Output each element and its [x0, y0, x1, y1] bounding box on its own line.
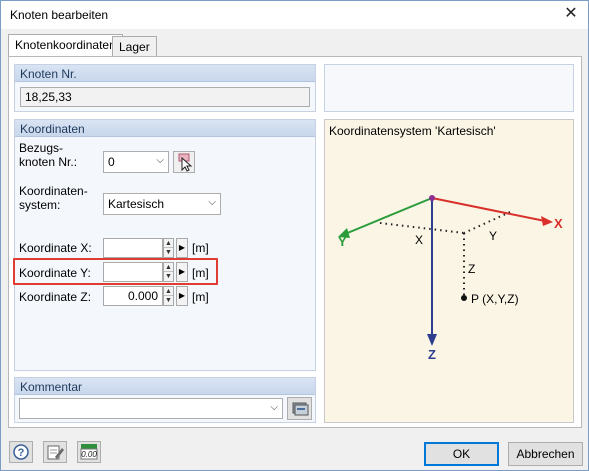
z-axis-arrow — [427, 334, 437, 346]
koordinate-x-label: Koordinate X: — [19, 241, 92, 255]
pick-node-button[interactable] — [173, 151, 195, 173]
koordinatensystem-value: Kartesisch — [108, 197, 165, 211]
koordinate-z-arrow-button[interactable]: ▶ — [176, 286, 188, 306]
system-label-1: Koordinaten- — [19, 184, 88, 198]
library-icon — [292, 402, 309, 416]
koordinate-z-input[interactable]: 0.000 — [103, 286, 163, 306]
titlebar: Knoten bearbeiten ✕ — [1, 1, 588, 29]
koordinate-z-label: Koordinate Z: — [19, 290, 92, 304]
origin-point — [429, 195, 435, 201]
svg-text:?: ? — [18, 447, 25, 459]
projection-line-x — [379, 222, 465, 234]
axis-y-label: Y — [338, 234, 347, 249]
svg-text:0.00: 0.00 — [81, 450, 97, 459]
tab-knotenkoordinaten[interactable]: Knotenkoordinaten — [8, 34, 123, 57]
koordinate-x-spinner[interactable]: ▲ ▼ — [163, 238, 174, 258]
tab-lager[interactable]: Lager — [112, 36, 157, 57]
knoten-nr-field[interactable]: 18,25,33 — [20, 87, 310, 107]
koordinate-x-unit: [m] — [192, 241, 209, 255]
ok-button[interactable]: OK — [424, 442, 499, 466]
kommentar-input[interactable]: ⌵ — [19, 398, 283, 419]
highlight-box — [13, 258, 218, 285]
coordinate-diagram — [338, 195, 553, 346]
point-p — [461, 295, 467, 301]
axis-x-label: X — [554, 216, 563, 231]
koordinate-x-input[interactable] — [103, 238, 163, 258]
tab-label: Lager — [119, 40, 150, 54]
knoten-header: Knoten Nr. — [15, 65, 315, 82]
koordinatensystem-select[interactable]: Kartesisch ⌵ — [103, 193, 221, 215]
x-axis-arrow — [541, 216, 553, 226]
dialog-window: Knoten bearbeiten ✕ Knotenkoordinaten La… — [0, 0, 589, 471]
edit-icon — [47, 445, 64, 460]
chevron-down-icon: ⌵ — [156, 155, 164, 166]
calculator-icon: 0.00 — [80, 444, 98, 460]
tab-label: Knotenkoordinaten — [15, 38, 116, 52]
projection-line-y — [463, 211, 511, 234]
bezugsknoten-select[interactable]: 0 ⌵ — [103, 151, 169, 173]
info-box — [324, 64, 574, 112]
knoten-group: Knoten Nr. 18,25,33 — [14, 64, 316, 112]
kommentar-header: Kommentar — [15, 378, 315, 395]
system-label-2: system: — [19, 198, 61, 212]
pick-cursor-icon — [178, 153, 193, 172]
bezugsknoten-value: 0 — [108, 155, 115, 169]
projection-x-label: X — [415, 233, 424, 247]
edit-button[interactable] — [43, 441, 67, 463]
koordinate-x-arrow-button[interactable]: ▶ — [176, 238, 188, 258]
projection-z-label: Z — [468, 262, 476, 276]
bezugsknoten-label-2: knoten Nr.: — [19, 155, 78, 169]
calculator-button[interactable]: 0.00 — [77, 441, 101, 463]
kommentar-library-button[interactable] — [287, 397, 312, 420]
bezugsknoten-label-1: Bezugs- — [19, 141, 64, 155]
help-icon: ? — [13, 444, 29, 460]
close-icon[interactable]: ✕ — [558, 3, 584, 25]
axis-z-label: Z — [428, 347, 436, 362]
koordinaten-header: Koordinaten — [15, 120, 315, 137]
chevron-down-icon: ⌵ — [270, 402, 278, 413]
koordinate-z-unit: [m] — [192, 290, 209, 304]
help-button[interactable]: ? — [9, 441, 33, 463]
projection-y-label: Y — [489, 229, 498, 243]
koordinate-z-spinner[interactable]: ▲ ▼ — [163, 286, 174, 306]
chevron-down-icon: ⌵ — [208, 197, 216, 208]
point-p-label: P (X,Y,Z) — [471, 292, 519, 306]
cancel-button[interactable]: Abbrechen — [508, 442, 583, 466]
window-title: Knoten bearbeiten — [10, 8, 109, 22]
x-axis-line — [431, 197, 546, 222]
coordinate-preview: Koordinatensystem 'Kartesisch' X Y Z X Y… — [324, 119, 574, 423]
